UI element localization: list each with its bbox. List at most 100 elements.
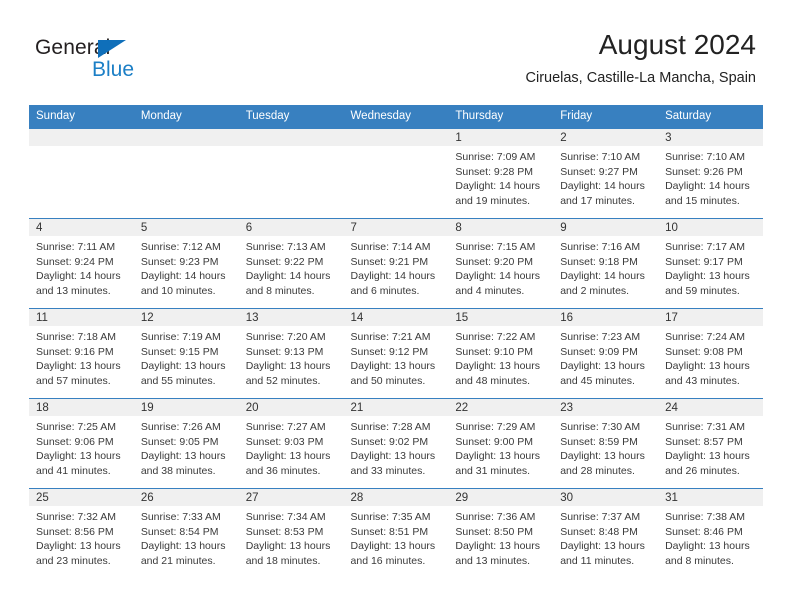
sunrise-time: Sunrise: 7:34 AM (245, 511, 326, 523)
calendar-day-cell[interactable]: 3 Sunrise: 7:10 AM Sunset: 9:26 PM Daylight… (658, 128, 763, 219)
sunrise-time: Sunrise: 7:21 AM (350, 331, 431, 343)
calendar-day-cell[interactable]: 13 Sunrise: 7:20 AM Sunset: 9:13 PM Dayligh… (238, 308, 344, 399)
daylight-duration-line1: Daylight: 13 hours (560, 540, 645, 553)
day-number: 22 (448, 399, 554, 416)
daylight-duration-line1: Daylight: 13 hours (560, 450, 645, 463)
day-number: 12 (133, 309, 239, 326)
calendar-day-cell[interactable]: 16 Sunrise: 7:23 AM Sunset: 9:09 PM Dayligh… (553, 308, 659, 399)
calendar-day-cell[interactable]: 2 Sunrise: 7:10 AM Sunset: 9:27 PM Daylight… (553, 128, 659, 219)
calendar-day-cell[interactable]: 14 Sunrise: 7:21 AM Sunset: 9:12 PM Dayligh… (343, 308, 449, 399)
sunset-time: Sunset: 9:24 PM (36, 255, 114, 268)
day-details: Sunrise: 7:10 AM Sunset: 9:26 PM Daylight:… (658, 146, 763, 208)
sunset-time: Sunset: 9:18 PM (560, 255, 638, 268)
calendar-day-cell[interactable]: 11 Sunrise: 7:18 AM Sunset: 9:16 PM Dayligh… (29, 308, 134, 399)
calendar-day-cell[interactable]: 17 Sunrise: 7:24 AM Sunset: 9:08 PM Dayligh… (658, 308, 763, 399)
day-details: Sunrise: 7:33 AM Sunset: 8:54 PM Daylight:… (134, 506, 239, 568)
calendar-day-cell[interactable]: 20 Sunrise: 7:27 AM Sunset: 9:03 PM Dayligh… (238, 398, 344, 489)
calendar-day-cell[interactable]: 10 Sunrise: 7:17 AM Sunset: 9:17 PM Dayligh… (658, 218, 763, 309)
day-details: Sunrise: 7:23 AM Sunset: 9:09 PM Daylight:… (553, 326, 658, 388)
calendar-day-cell-empty (343, 128, 449, 219)
calendar-day-cell[interactable]: 8 Sunrise: 7:15 AM Sunset: 9:20 PM Daylight… (448, 218, 554, 309)
sunrise-time: Sunrise: 7:26 AM (140, 421, 221, 433)
calendar-day-cell[interactable]: 19 Sunrise: 7:26 AM Sunset: 9:05 PM Dayligh… (133, 398, 239, 489)
day-number: 8 (448, 219, 554, 236)
location-subtitle: Ciruelas, Castille-La Mancha, Spain (525, 70, 757, 86)
daylight-duration-line1: Daylight: 13 hours (36, 450, 121, 463)
sunrise-time: Sunrise: 7:15 AM (455, 241, 536, 253)
calendar-week-row: 4 Sunrise: 7:11 AM Sunset: 9:24 PM Daylight… (29, 218, 763, 309)
day-cell-inner: 30 Sunrise: 7:37 AM Sunset: 8:48 PM Dayligh… (553, 489, 659, 579)
day-number: 14 (343, 309, 449, 326)
calendar-day-cell[interactable]: 27 Sunrise: 7:34 AM Sunset: 8:53 PM Dayligh… (238, 488, 344, 579)
calendar-day-cell[interactable]: 5 Sunrise: 7:12 AM Sunset: 9:23 PM Daylight… (133, 218, 239, 309)
sunrise-sunset-calendar: Sunday Monday Tuesday Wednesday Thursday Frid… (29, 105, 763, 579)
calendar-day-cell[interactable]: 25 Sunrise: 7:32 AM Sunset: 8:56 PM Dayligh… (29, 488, 134, 579)
calendar-day-cell[interactable]: 22 Sunrise: 7:29 AM Sunset: 9:00 PM Dayligh… (448, 398, 554, 489)
day-cell-inner (343, 129, 449, 218)
calendar-day-cell[interactable]: 18 Sunrise: 7:25 AM Sunset: 9:06 PM Dayligh… (29, 398, 134, 489)
day-cell-inner: 4 Sunrise: 7:11 AM Sunset: 9:24 PM Daylight… (29, 219, 134, 308)
sunset-time: Sunset: 8:51 PM (350, 525, 429, 538)
sunrise-time: Sunrise: 7:20 AM (245, 331, 326, 343)
daylight-duration-line2: and 41 minutes. (36, 464, 111, 477)
day-cell-inner: 25 Sunrise: 7:32 AM Sunset: 8:56 PM Dayligh… (29, 489, 134, 579)
sunrise-time: Sunrise: 7:13 AM (245, 241, 326, 253)
day-details: Sunrise: 7:15 AM Sunset: 9:20 PM Daylight:… (448, 236, 553, 298)
sunrise-time: Sunrise: 7:23 AM (560, 331, 641, 343)
calendar-day-cell[interactable]: 6 Sunrise: 7:13 AM Sunset: 9:22 PM Daylight… (238, 218, 344, 309)
sunset-time: Sunset: 9:20 PM (455, 255, 534, 268)
daylight-duration-line2: and 38 minutes. (140, 464, 216, 477)
calendar-day-cell[interactable]: 4 Sunrise: 7:11 AM Sunset: 9:24 PM Daylight… (29, 218, 134, 309)
calendar-day-cell[interactable]: 9 Sunrise: 7:16 AM Sunset: 9:18 PM Daylight… (553, 218, 659, 309)
day-cell-inner: 12 Sunrise: 7:19 AM Sunset: 9:15 PM Dayligh… (133, 309, 239, 398)
sunrise-time: Sunrise: 7:18 AM (36, 331, 116, 343)
weekday-header-monday: Monday (133, 105, 239, 129)
logo-text-blue: Blue (92, 58, 135, 81)
calendar-day-cell[interactable]: 21 Sunrise: 7:28 AM Sunset: 9:02 PM Dayligh… (343, 398, 449, 489)
day-cell-inner: 11 Sunrise: 7:18 AM Sunset: 9:16 PM Dayligh… (29, 309, 134, 398)
calendar-day-cell[interactable]: 26 Sunrise: 7:33 AM Sunset: 8:54 PM Dayligh… (133, 488, 239, 579)
sunset-time: Sunset: 8:46 PM (665, 525, 743, 538)
day-number: 29 (448, 489, 554, 506)
calendar-day-cell[interactable]: 29 Sunrise: 7:36 AM Sunset: 8:50 PM Dayligh… (448, 488, 554, 579)
calendar-day-cell[interactable]: 23 Sunrise: 7:30 AM Sunset: 8:59 PM Dayligh… (553, 398, 659, 489)
day-number: 6 (238, 219, 344, 236)
calendar-day-cell[interactable]: 24 Sunrise: 7:31 AM Sunset: 8:57 PM Dayligh… (658, 398, 763, 489)
sunset-time: Sunset: 9:21 PM (350, 255, 429, 268)
calendar-day-cell[interactable]: 7 Sunrise: 7:14 AM Sunset: 9:21 PM Daylight… (343, 218, 449, 309)
daylight-duration-line1: Daylight: 13 hours (560, 360, 645, 373)
calendar-day-cell[interactable]: 31 Sunrise: 7:38 AM Sunset: 8:46 PM Dayligh… (658, 488, 763, 579)
sunrise-time: Sunrise: 7:24 AM (665, 331, 746, 343)
calendar-day-cell[interactable]: 1 Sunrise: 7:09 AM Sunset: 9:28 PM Daylight… (448, 128, 554, 219)
day-cell-inner: 5 Sunrise: 7:12 AM Sunset: 9:23 PM Daylight… (133, 219, 239, 308)
sunrise-time: Sunrise: 7:27 AM (245, 421, 326, 433)
day-number: 26 (133, 489, 239, 506)
daylight-duration-line2: and 10 minutes. (140, 284, 216, 297)
calendar-day-cell[interactable]: 30 Sunrise: 7:37 AM Sunset: 8:48 PM Dayligh… (553, 488, 659, 579)
day-number (238, 129, 344, 146)
sunset-time: Sunset: 9:17 PM (665, 255, 743, 268)
day-cell-inner: 6 Sunrise: 7:13 AM Sunset: 9:22 PM Daylight… (238, 219, 344, 308)
daylight-duration-line1: Daylight: 14 hours (455, 180, 541, 193)
daylight-duration-line2: and 43 minutes. (665, 374, 740, 387)
sunrise-time: Sunrise: 7:25 AM (36, 421, 116, 433)
sunset-time: Sunset: 8:54 PM (140, 525, 219, 538)
day-cell-inner: 23 Sunrise: 7:30 AM Sunset: 8:59 PM Dayligh… (553, 399, 659, 488)
daylight-duration-line2: and 59 minutes. (665, 284, 740, 297)
calendar-day-cell-empty (29, 128, 134, 219)
calendar-day-cell[interactable]: 28 Sunrise: 7:35 AM Sunset: 8:51 PM Dayligh… (343, 488, 449, 579)
calendar-day-cell[interactable]: 15 Sunrise: 7:22 AM Sunset: 9:10 PM Dayligh… (448, 308, 554, 399)
day-number: 31 (658, 489, 763, 506)
daylight-duration-line2: and 21 minutes. (140, 554, 216, 567)
sunset-time: Sunset: 9:13 PM (245, 345, 324, 358)
day-cell-inner: 24 Sunrise: 7:31 AM Sunset: 8:57 PM Dayligh… (658, 399, 763, 488)
calendar-day-cell-empty (238, 128, 344, 219)
sunset-time: Sunset: 9:02 PM (350, 435, 429, 448)
daylight-duration-line2: and 11 minutes. (560, 554, 635, 567)
daylight-duration-line2: and 31 minutes. (455, 464, 531, 477)
day-cell-inner: 28 Sunrise: 7:35 AM Sunset: 8:51 PM Dayligh… (343, 489, 449, 579)
calendar-day-cell[interactable]: 12 Sunrise: 7:19 AM Sunset: 9:15 PM Dayligh… (133, 308, 239, 399)
day-details: Sunrise: 7:38 AM Sunset: 8:46 PM Daylight:… (658, 506, 763, 568)
sunrise-time: Sunrise: 7:11 AM (36, 241, 116, 253)
day-cell-inner: 2 Sunrise: 7:10 AM Sunset: 9:27 PM Daylight… (553, 129, 659, 218)
